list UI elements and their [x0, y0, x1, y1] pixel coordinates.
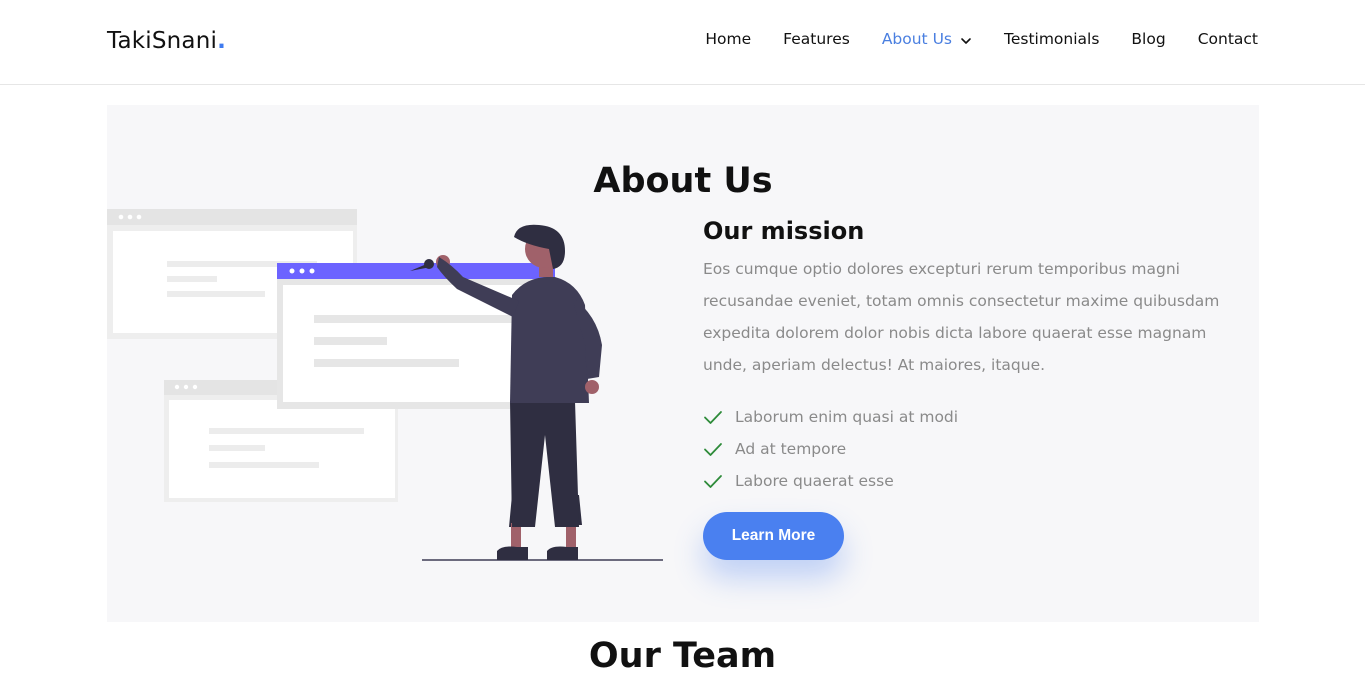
presentation-illustration	[107, 209, 663, 561]
nav-contact-label: Contact	[1197, 30, 1258, 48]
nav-about-us-label: About Us	[881, 30, 952, 48]
nav-about-us[interactable]: About Us	[882, 30, 972, 48]
list-item: Laborum enim quasi at modi	[703, 401, 1243, 433]
list-item: Labore quaerat esse	[703, 465, 1243, 497]
feature-checklist: Laborum enim quasi at modi Ad at tempore…	[703, 401, 1243, 497]
nav-testimonials-label: Testimonials	[1004, 30, 1100, 48]
nav-home-label: Home	[705, 30, 752, 48]
list-item-text: Ad at tempore	[735, 440, 847, 458]
learn-more-button[interactable]: Learn More	[703, 512, 844, 560]
check-icon	[703, 407, 723, 427]
chevron-down-icon	[960, 33, 972, 45]
check-icon	[703, 471, 723, 491]
nav-features-label: Features	[783, 30, 850, 48]
list-item: Ad at tempore	[703, 433, 1243, 465]
list-item-text: Labore quaerat esse	[735, 472, 894, 490]
nav-blog[interactable]: Blog	[1131, 30, 1165, 48]
mission-text: Eos cumque optio dolores excepturi rerum…	[703, 260, 1220, 374]
nav-contact[interactable]: Contact	[1198, 30, 1258, 48]
nav-testimonials[interactable]: Testimonials	[1004, 30, 1099, 48]
main-nav: Home Features About Us Testimonials Blog…	[673, 30, 1258, 48]
logo[interactable]: TakiSnani.	[107, 28, 226, 54]
site-header: TakiSnani. Home Features About Us Testim…	[0, 0, 1365, 85]
mission-title: Our mission	[703, 217, 865, 245]
list-item-text: Laborum enim quasi at modi	[735, 408, 959, 426]
nav-features[interactable]: Features	[783, 30, 850, 48]
logo-dot: .	[217, 28, 227, 54]
nav-blog-label: Blog	[1131, 30, 1166, 48]
section-title: About Us	[593, 161, 773, 201]
about-content: Our mission Eos cumque optio dolores exc…	[703, 217, 1243, 497]
team-section-title: Our Team	[588, 636, 777, 676]
nav-home[interactable]: Home	[705, 30, 751, 48]
about-section: About Us Our mission Eos cumque optio do…	[107, 105, 1259, 622]
check-icon	[703, 439, 723, 459]
logo-text: TakiSnani	[107, 28, 218, 54]
